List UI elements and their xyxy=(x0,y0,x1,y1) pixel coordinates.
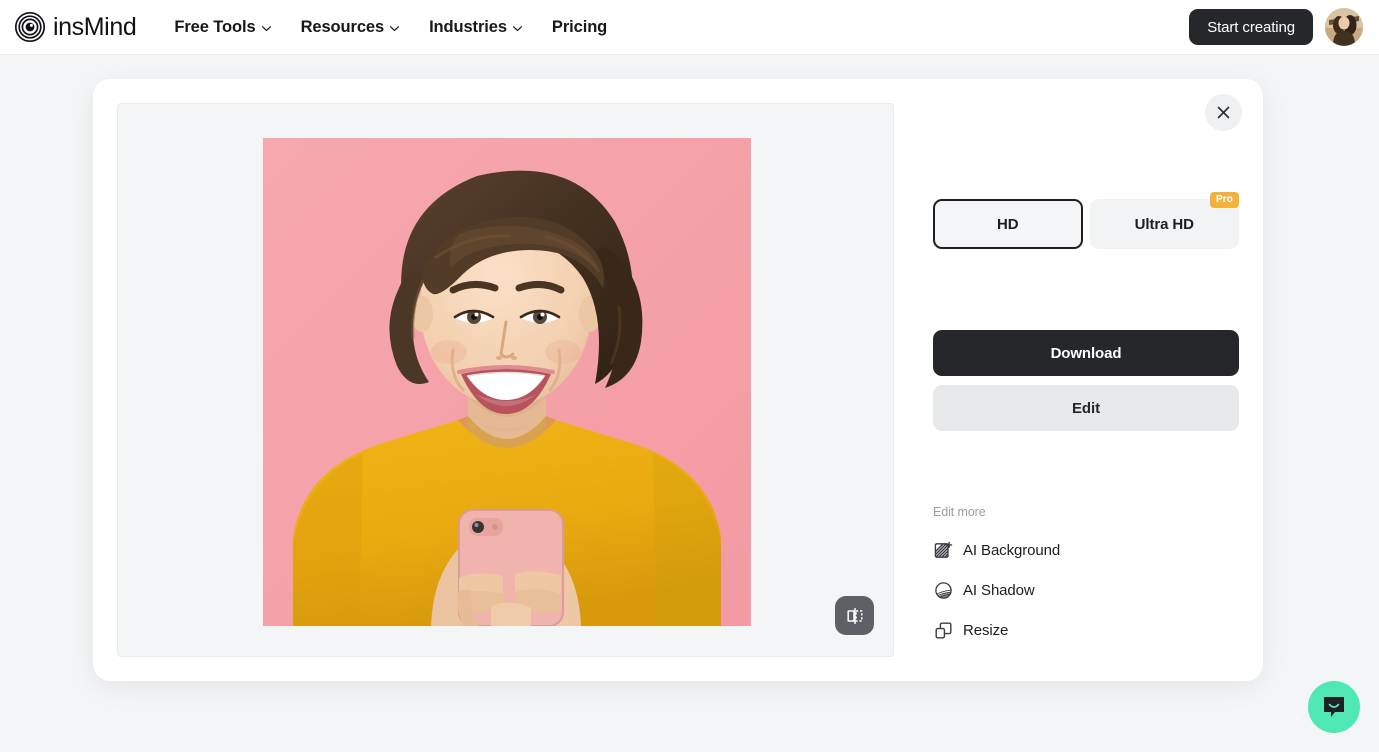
quality-selector: HD Pro Ultra HD xyxy=(933,192,1239,249)
edit-button[interactable]: Edit xyxy=(933,385,1239,431)
nav-item-label: Pricing xyxy=(551,17,608,36)
navbar-right-group: Start creating xyxy=(1189,8,1363,46)
brand-logo-link[interactable]: insMind xyxy=(14,11,137,43)
concentric-circles-logo-icon xyxy=(14,11,46,43)
chevron-down-icon xyxy=(261,23,272,34)
edit-more-item-resize[interactable]: Resize xyxy=(933,610,1239,650)
nav-item-free-tools[interactable]: Free Tools xyxy=(174,18,271,37)
quality-option-hd[interactable]: HD xyxy=(933,199,1083,249)
nav-item-pricing[interactable]: Pricing xyxy=(552,18,607,37)
chevron-down-icon xyxy=(389,23,400,34)
edit-more-heading: Edit more xyxy=(933,505,986,519)
nav-item-label: Industries xyxy=(429,17,507,36)
chat-bubble-smile-icon[interactable] xyxy=(1308,681,1360,733)
quality-option-label: Ultra HD xyxy=(1134,215,1194,233)
compare-split-view-icon[interactable] xyxy=(835,596,874,635)
pro-badge: Pro xyxy=(1210,192,1239,208)
edit-more-item-ai-shadow[interactable]: AI Shadow xyxy=(933,570,1239,610)
nav-item-resources[interactable]: Resources xyxy=(301,18,400,37)
result-image xyxy=(263,138,751,626)
edit-more-item-ai-background[interactable]: AI Background xyxy=(933,530,1239,570)
download-button[interactable]: Download xyxy=(933,330,1239,376)
quality-option-ultra-hd[interactable]: Pro Ultra HD xyxy=(1089,192,1239,249)
top-navbar: insMind Free Tools Resources Industries … xyxy=(0,0,1379,55)
primary-nav: Free Tools Resources Industries Pricing xyxy=(174,18,607,37)
nav-item-label: Resources xyxy=(300,17,385,36)
nav-item-label: Free Tools xyxy=(174,17,256,36)
resize-icon xyxy=(933,620,953,640)
brand-name: insMind xyxy=(53,12,137,41)
quality-option-label: HD xyxy=(997,215,1019,233)
result-options-panel: HD Pro Ultra HD Download Edit Edit more xyxy=(933,103,1239,650)
nav-item-industries[interactable]: Industries xyxy=(429,18,523,37)
avatar[interactable] xyxy=(1325,8,1363,46)
result-modal: HD Pro Ultra HD Download Edit Edit more xyxy=(93,79,1263,681)
ai-background-icon xyxy=(933,540,953,560)
start-creating-button[interactable]: Start creating xyxy=(1189,9,1313,45)
edit-more-item-label: AI Background xyxy=(963,541,1061,559)
edit-more-item-label: Resize xyxy=(963,621,1009,639)
edit-more-list: AI Background AI Shadow Resize xyxy=(933,530,1239,650)
edit-more-item-label: AI Shadow xyxy=(963,581,1035,599)
chevron-down-icon xyxy=(512,23,523,34)
image-preview-canvas xyxy=(117,103,894,657)
ai-shadow-icon xyxy=(933,580,953,600)
